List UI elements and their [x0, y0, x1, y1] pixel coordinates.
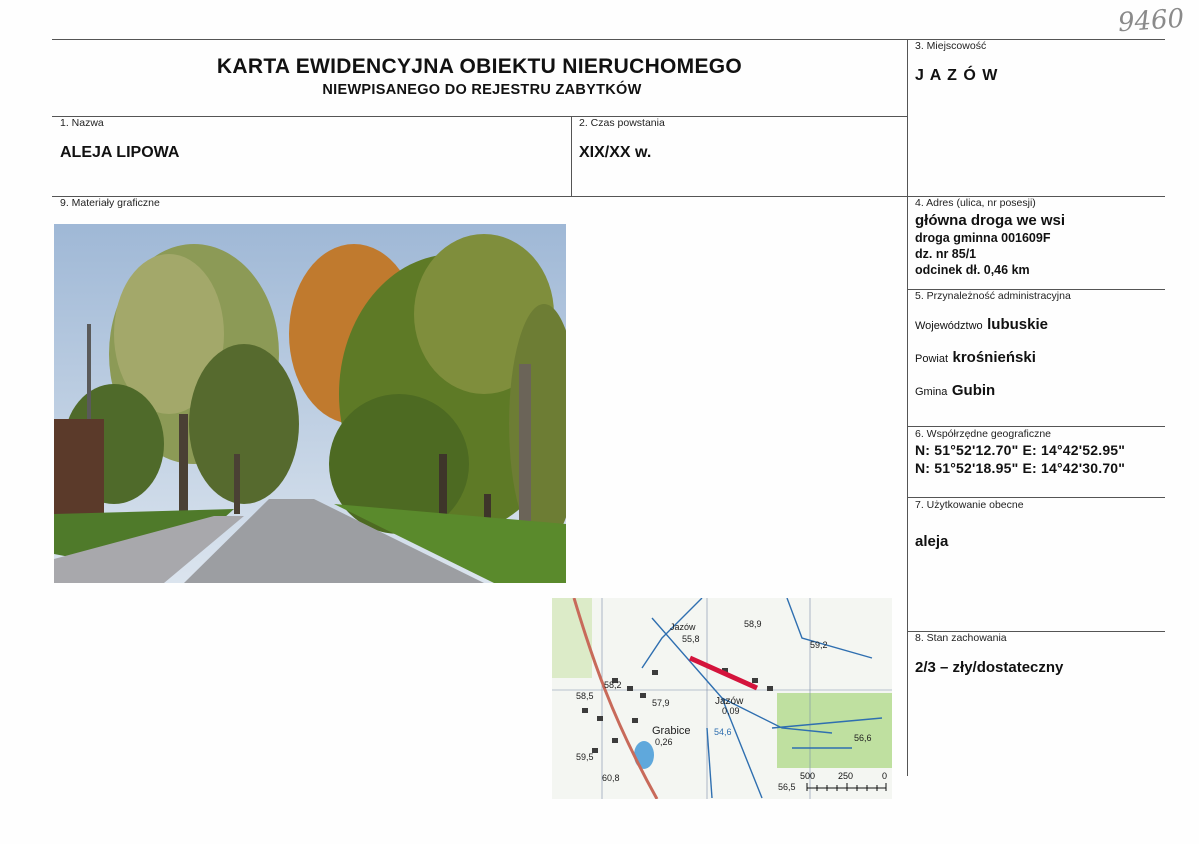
wojewodztwo-value: lubuskie — [987, 316, 1048, 333]
materialy-label: 9. Materiały graficzne — [60, 197, 160, 209]
czas-value: XIX/XX w. — [579, 144, 652, 161]
map-label-elev-8: 56,6 — [854, 733, 872, 743]
map-label-elev-3: 59,2 — [810, 640, 828, 650]
miejscowosc-label: 3. Miejscowość — [915, 40, 987, 52]
map-label-elev-7: 54,6 — [714, 727, 732, 737]
stan-label: 8. Stan zachowania — [915, 632, 1007, 644]
map-label-elev-5: 58,5 — [576, 691, 594, 701]
top-border — [52, 39, 1165, 40]
coordinates-line2: N: 51°52'18.95" E: 14°42'30.70" — [915, 460, 1126, 476]
divider-title — [52, 116, 907, 117]
map-label-jazow-1: Jazów — [670, 622, 696, 632]
alley-photo — [54, 224, 566, 583]
nazwa-label: 1. Nazwa — [60, 117, 104, 129]
uzytkowanie-value: aleja — [915, 533, 949, 550]
przynaleznosc-label: 5. Przynależność administracyjna — [915, 290, 1071, 302]
wojewodztwo-key: Województwo — [915, 320, 983, 332]
powiat-key: Powiat — [915, 353, 949, 365]
right-column-border — [907, 39, 908, 776]
nazwa-value: ALEJA LIPOWA — [60, 144, 180, 161]
map-label-elev-2: 58,9 — [744, 619, 762, 629]
map-label-elev-11: 56,5 — [778, 782, 796, 792]
map-label-elev-10: 60,8 — [602, 773, 620, 783]
divider-przynaleznosc — [907, 426, 1165, 427]
name-date-separator — [571, 116, 572, 196]
handwritten-archive-number: 9460 — [1117, 3, 1186, 39]
map-scale-500: 500 — [800, 771, 815, 781]
divider-wspolrzedne — [907, 497, 1165, 498]
card-subtitle: NIEWPISANEGO DO REJESTRU ZABYTKÓW — [322, 82, 642, 98]
wspolrzedne-label: 6. Współrzędne geograficzne — [915, 428, 1051, 440]
wojewodztwo-row: Województwo lubuskie — [915, 316, 1048, 334]
adres-line1: główna droga we wsi — [915, 212, 1066, 229]
map-label-elev-1: 55,8 — [682, 634, 700, 644]
map-label-dist-2: 0,26 — [655, 737, 673, 747]
stan-value: 2/3 – zły/dostateczny — [915, 659, 1064, 676]
map-label-elev-4: 58,2 — [604, 680, 622, 690]
map-label-dist-1: 0,09 — [722, 706, 740, 716]
card-title: KARTA EWIDENCYJNA OBIEKTU NIERUCHOMEGO — [216, 55, 743, 78]
map-label-elev-9: 59,5 — [576, 752, 594, 762]
map-label-elev-6: 57,9 — [652, 698, 670, 708]
map-scale-250: 250 — [838, 771, 853, 781]
powiat-row: Powiat krośnieński — [915, 349, 1036, 367]
czas-label: 2. Czas powstania — [579, 117, 665, 129]
miejscowosc-value: J A Z Ó W — [915, 67, 999, 84]
gmina-key: Gmina — [915, 386, 948, 398]
adres-line3: dz. nr 85/1 — [915, 247, 977, 261]
powiat-value: krośnieński — [952, 349, 1036, 366]
uzytkowanie-label: 7. Użytkowanie obecne — [915, 499, 1024, 511]
coordinates-line1: N: 51°52'12.70" E: 14°42'52.95" — [915, 442, 1126, 458]
map-scale-0: 0 — [882, 771, 887, 781]
gmina-value: Gubin — [951, 382, 996, 399]
gmina-row: Gmina Gubin — [915, 382, 995, 400]
adres-line4: odcinek dł. 0,46 km — [915, 263, 1030, 277]
adres-line2: droga gminna 001609F — [915, 231, 1051, 245]
map-label-grabice: Grabice — [652, 725, 691, 737]
location-map: Jazów 55,8 58,9 59,2 58,2 58,5 57,9 Jazó… — [552, 598, 892, 799]
adres-label: 4. Adres (ulica, nr posesji) — [915, 197, 1036, 209]
